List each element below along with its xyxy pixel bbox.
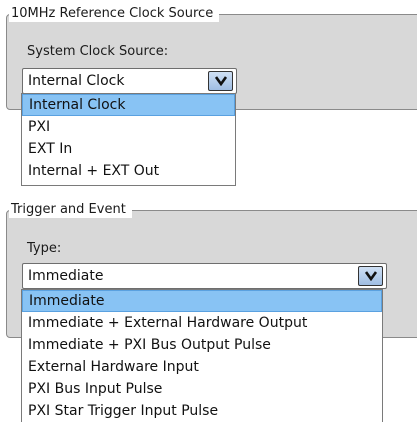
list-item-immediate[interactable]: Immediate	[22, 290, 382, 312]
trigger-type-list: Immediate Immediate + External Hardware …	[21, 289, 383, 422]
list-item-immediate-external-hw-output[interactable]: Immediate + External Hardware Output	[22, 312, 382, 334]
system-clock-source-combo[interactable]: Internal Clock	[22, 68, 237, 94]
list-item-pxi[interactable]: PXI	[22, 116, 235, 138]
system-clock-source-label: System Clock Source:	[27, 44, 169, 59]
list-item-pxi-bus-input[interactable]: PXI Bus Input Pulse	[22, 378, 382, 400]
trigger-type-value: Immediate	[28, 268, 104, 284]
system-clock-source-value: Internal Clock	[28, 73, 125, 89]
trigger-event-group-title: Trigger and Event	[9, 202, 132, 218]
list-item-pxi-star-trigger-input[interactable]: PXI Star Trigger Input Pulse	[22, 400, 382, 422]
system-clock-dropdown-button[interactable]	[208, 71, 233, 91]
list-item-internal-ext-out[interactable]: Internal + EXT Out	[22, 160, 235, 182]
trigger-type-label: Type:	[27, 241, 62, 256]
screen: 10MHz Reference Clock Source System Cloc…	[0, 0, 417, 422]
clock-source-group-title: 10MHz Reference Clock Source	[9, 6, 220, 22]
system-clock-source-list: Internal Clock PXI EXT In Internal + EXT…	[21, 93, 236, 186]
trigger-type-combo[interactable]: Immediate	[22, 263, 387, 289]
list-item-external-hw-input[interactable]: External Hardware Input	[22, 356, 382, 378]
chevron-down-icon	[365, 271, 377, 281]
list-item-ext-in[interactable]: EXT In	[22, 138, 235, 160]
trigger-type-dropdown-button[interactable]	[358, 266, 383, 286]
chevron-down-icon	[215, 76, 227, 86]
list-item-internal-clock[interactable]: Internal Clock	[22, 94, 235, 116]
list-item-immediate-pxi-bus-output[interactable]: Immediate + PXI Bus Output Pulse	[22, 334, 382, 356]
